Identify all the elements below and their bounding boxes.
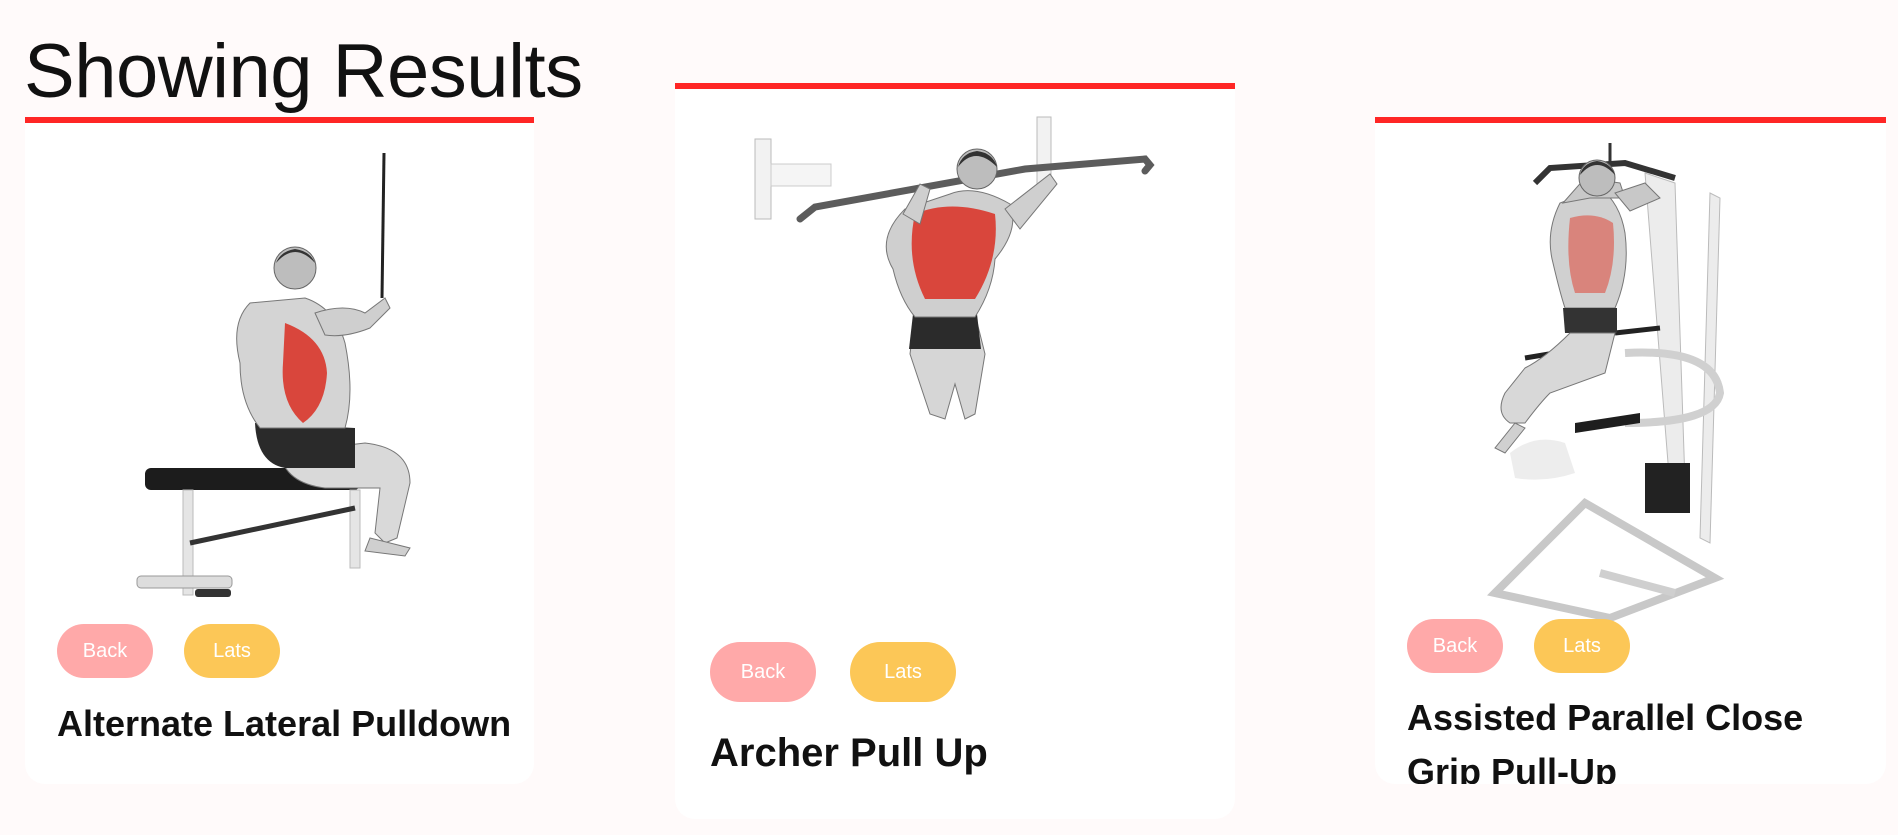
target-muscle-tag[interactable]: Lats <box>850 642 956 702</box>
target-muscle-tag[interactable]: Lats <box>1534 619 1630 673</box>
tag-group: Back Lats <box>1407 619 1630 673</box>
exercise-name: Alternate Lateral Pulldown <box>57 703 512 744</box>
target-muscle-tag[interactable]: Lats <box>184 624 280 678</box>
exercise-name: Archer Pull Up <box>710 731 988 775</box>
exercise-name: Assisted Parallel Close Grip Pull-Up <box>1407 697 1804 784</box>
exercise-card[interactable]: Back Lats Alternate Lateral Pulldown <box>25 117 534 784</box>
lat-pulldown-illustration <box>136 152 411 597</box>
exercise-card[interactable]: Back Lats Archer Pull Up <box>675 83 1235 819</box>
body-part-tag[interactable]: Back <box>1407 619 1503 673</box>
page-title: Showing Results <box>24 29 583 114</box>
pull-up-illustration <box>754 116 1155 420</box>
body-part-tag[interactable]: Back <box>57 624 153 678</box>
assisted-pull-up-illustration <box>1486 143 1725 623</box>
tag-group: Back Lats <box>710 642 956 702</box>
search-results-page: Showing Results Back Lats Alternate Late… <box>0 0 1898 835</box>
body-part-tag[interactable]: Back <box>710 642 816 702</box>
exercise-card[interactable]: Back Lats Assisted Parallel Close Grip P… <box>1375 117 1886 784</box>
tag-group: Back Lats <box>57 624 280 678</box>
